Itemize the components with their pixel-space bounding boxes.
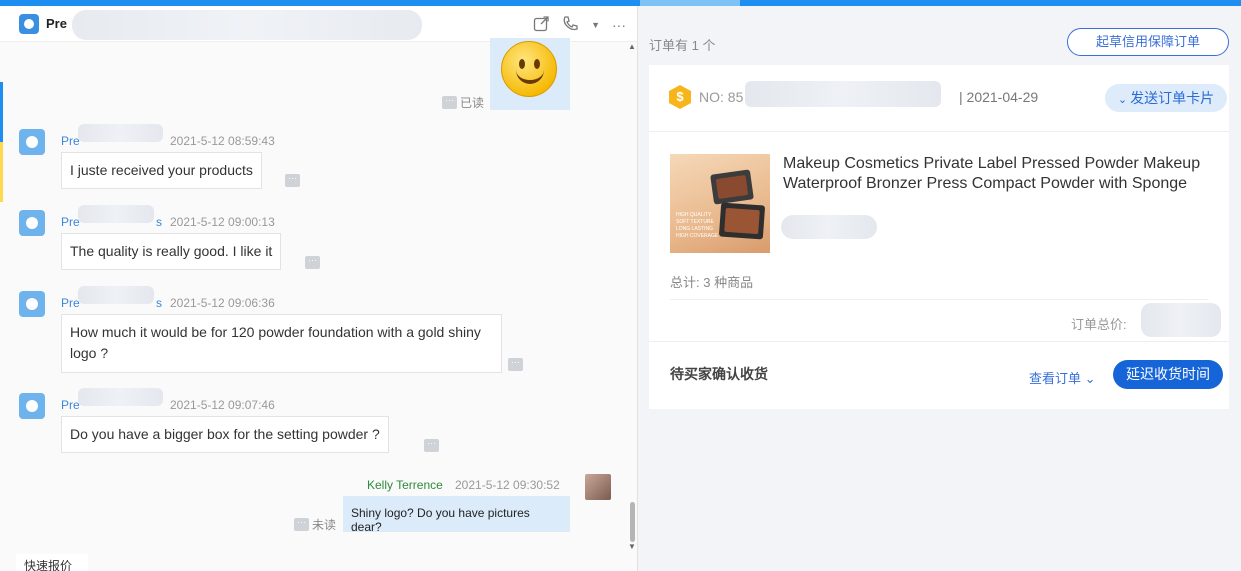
sender-name: Pre bbox=[61, 134, 80, 148]
my-avatar[interactable] bbox=[585, 474, 611, 500]
quick-quote-tab[interactable]: 快速报价 bbox=[16, 554, 88, 571]
chevron-down-icon: ⌄ bbox=[1117, 94, 1131, 106]
phone-icon[interactable] bbox=[562, 15, 579, 35]
chat-header: Pre ▼ ··· bbox=[0, 6, 637, 42]
sender-avatar[interactable] bbox=[19, 129, 45, 155]
orders-panel: 订单有 1 个 起草信用保障订单 $ NO: 85 | 2021-04-29 ⌄… bbox=[640, 6, 1241, 571]
order-count: 订单有 1 个 bbox=[649, 38, 716, 53]
message-time: 2021-5-12 09:00:13 bbox=[170, 215, 275, 229]
product-image[interactable]: HIGH QUALITY SOFT TEXTURE LONG LASTING H… bbox=[670, 154, 770, 253]
sender-name-redacted bbox=[78, 388, 163, 406]
total-items: 总计: 3 种商品 bbox=[670, 275, 754, 290]
order-status: 待买家确认收货 bbox=[670, 366, 768, 382]
total-price-redacted bbox=[1141, 303, 1221, 337]
draft-guarantee-order-button[interactable]: 起草信用保障订单 bbox=[1067, 28, 1229, 56]
delay-receipt-button[interactable]: 延迟收货时间 bbox=[1113, 360, 1223, 389]
sender-name: Pre bbox=[61, 215, 80, 229]
sender-avatar[interactable] bbox=[19, 210, 45, 236]
chat-panel: Pre ▼ ··· ▲ ▼ ··· 已读 Pre 2021-5-12 08:59… bbox=[0, 6, 638, 571]
sender-name: Pre bbox=[61, 398, 80, 412]
sender-name: Pre bbox=[61, 296, 80, 310]
sender-avatar[interactable] bbox=[19, 393, 45, 419]
message-menu-icon[interactable]: ··· bbox=[294, 518, 309, 531]
product-price-redacted bbox=[781, 215, 877, 239]
my-message-bubble: Shiny logo? Do you have pictures dear? bbox=[343, 496, 570, 534]
message-bubble: How much it would be for 120 powder foun… bbox=[61, 314, 502, 373]
divider bbox=[670, 299, 1208, 300]
message-bubble: The quality is really good. I like it bbox=[61, 233, 282, 270]
read-status: ··· 已读 bbox=[442, 94, 484, 111]
sender-name-suffix: s bbox=[156, 215, 162, 229]
send-order-card-label: 发送订单卡片 bbox=[1130, 90, 1215, 106]
order-number: NO: 85 bbox=[699, 89, 744, 105]
scroll-down-arrow[interactable]: ▼ bbox=[628, 542, 636, 551]
more-icon[interactable]: ··· bbox=[612, 17, 626, 33]
dollar-coin-icon: $ bbox=[669, 85, 691, 109]
total-price-label: 订单总价: bbox=[1071, 317, 1127, 332]
message-bubble: I juste received your products bbox=[61, 152, 262, 189]
emoji-message bbox=[490, 38, 570, 110]
product-title[interactable]: Makeup Cosmetics Private Label Pressed P… bbox=[783, 154, 1203, 194]
header-actions: ▼ ··· bbox=[533, 15, 626, 35]
product-image-text: HIGH QUALITY SOFT TEXTURE LONG LASTING H… bbox=[676, 212, 719, 239]
message-menu-icon[interactable]: ··· bbox=[285, 174, 300, 187]
share-icon[interactable] bbox=[533, 15, 550, 35]
order-date: | 2021-04-29 bbox=[959, 89, 1039, 105]
message-bubble: Do you have a bigger box for the setting… bbox=[61, 416, 389, 453]
sender-name-redacted bbox=[78, 124, 163, 142]
contact-name-redacted bbox=[72, 10, 422, 40]
divider bbox=[649, 131, 1229, 132]
order-card: $ NO: 85 | 2021-04-29 ⌄ 发送订单卡片 HIGH QUAL… bbox=[649, 65, 1229, 409]
send-order-card-button[interactable]: ⌄ 发送订单卡片 bbox=[1105, 84, 1227, 112]
message-time: 2021-5-12 09:06:36 bbox=[170, 296, 275, 310]
order-number-redacted bbox=[745, 81, 941, 107]
smiley-emoji-icon bbox=[501, 41, 557, 97]
message-menu-icon[interactable]: ··· bbox=[424, 439, 439, 452]
sender-name-redacted bbox=[78, 205, 154, 223]
my-message-time: 2021-5-12 09:30:52 bbox=[455, 478, 560, 492]
scroll-up-arrow[interactable]: ▲ bbox=[628, 42, 636, 51]
view-order-link[interactable]: 查看订单 ⌄ bbox=[1029, 368, 1096, 387]
chevron-down-icon: ⌄ bbox=[1084, 371, 1096, 386]
unread-label: 未读 bbox=[312, 518, 337, 532]
sender-avatar[interactable] bbox=[19, 291, 45, 317]
left-accent-yellow bbox=[0, 142, 3, 202]
read-label: 已读 bbox=[460, 96, 485, 110]
message-menu-icon[interactable]: ··· bbox=[442, 96, 457, 109]
left-accent-blue bbox=[0, 82, 3, 142]
sender-name-redacted bbox=[78, 286, 154, 304]
chevron-down-icon[interactable]: ▼ bbox=[591, 20, 600, 30]
contact-name: Pre bbox=[46, 16, 67, 31]
message-time: 2021-5-12 08:59:43 bbox=[170, 134, 275, 148]
unread-status: ··· 未读 bbox=[294, 516, 336, 533]
scrollbar-thumb[interactable] bbox=[630, 502, 635, 542]
message-menu-icon[interactable]: ··· bbox=[508, 358, 523, 371]
divider bbox=[649, 341, 1229, 342]
message-time: 2021-5-12 09:07:46 bbox=[170, 398, 275, 412]
view-order-label: 查看订单 bbox=[1029, 371, 1082, 386]
message-menu-icon[interactable]: ··· bbox=[305, 256, 320, 269]
contact-avatar[interactable] bbox=[19, 14, 39, 34]
my-sender-name: Kelly Terrence bbox=[367, 478, 443, 492]
sender-name-suffix: s bbox=[156, 296, 162, 310]
